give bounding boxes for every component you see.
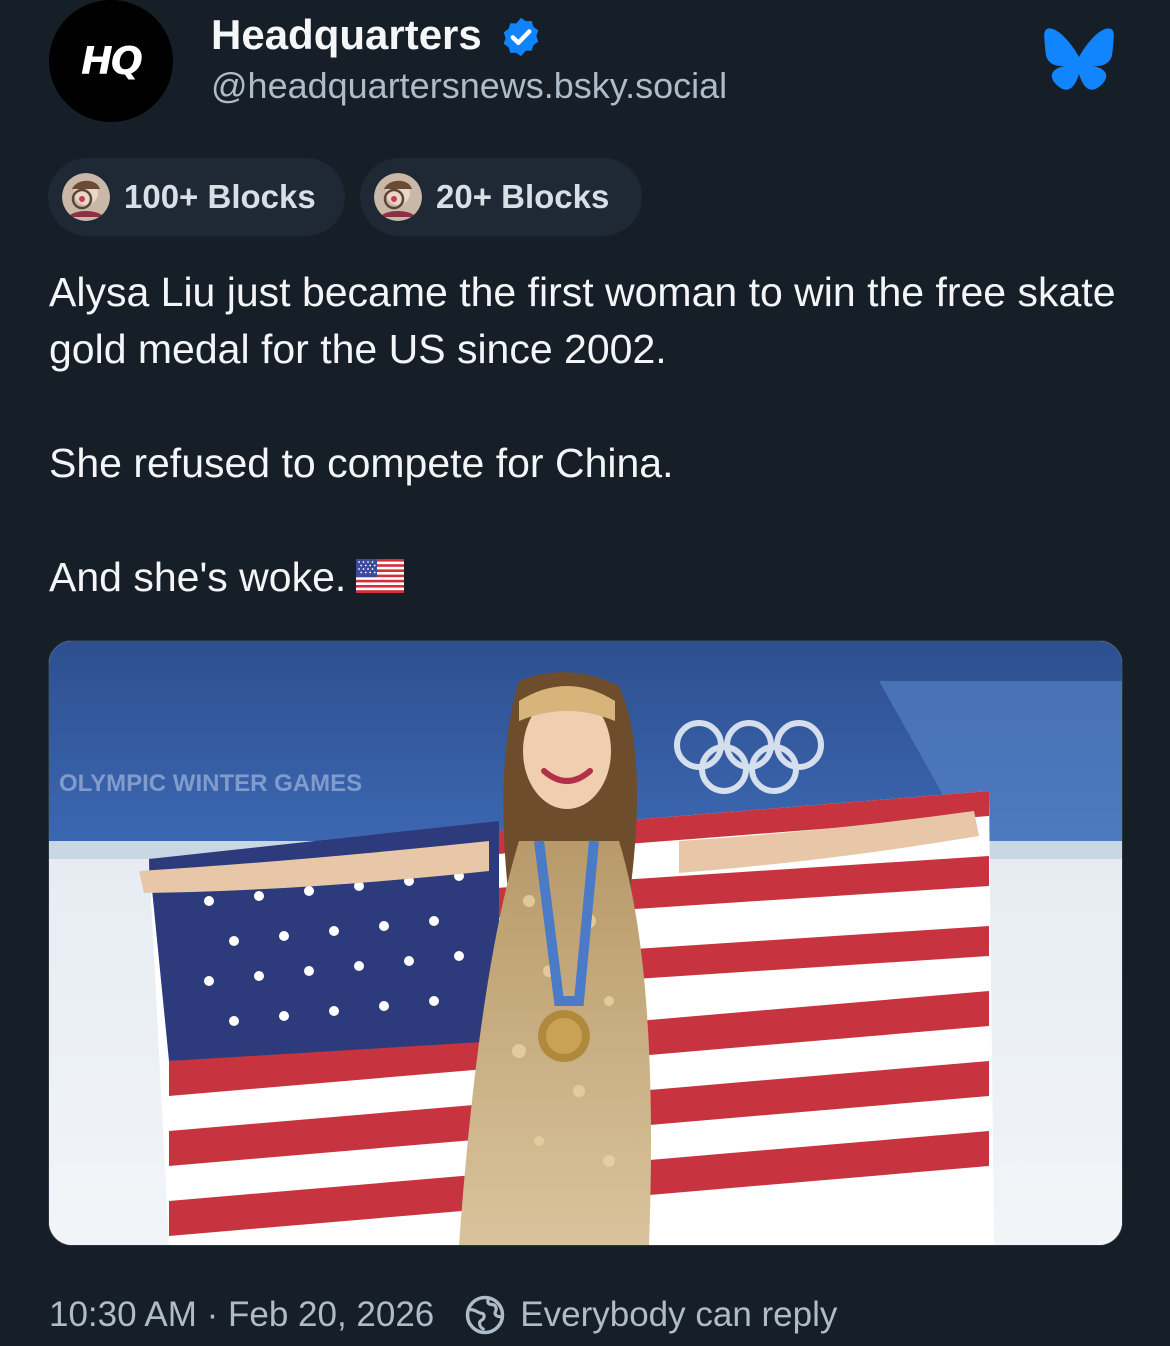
label-chip-text: 100+ Blocks — [124, 178, 316, 215]
label-chip-20-blocks[interactable]: 20+ Blocks — [360, 158, 642, 236]
post-image[interactable]: OLYMPIC WINTER GAMES — [48, 640, 1123, 1246]
skater-photo: OLYMPIC WINTER GAMES — [49, 641, 1122, 1245]
reply-globe-icon — [466, 1295, 505, 1335]
bluesky-butterfly-icon[interactable] — [1043, 27, 1115, 91]
verified-icon — [503, 17, 539, 57]
us-flag-emoji — [356, 559, 405, 594]
avatar-text: HQ — [80, 39, 143, 83]
reply-setting: Everybody can reply — [520, 1295, 838, 1334]
post-paragraph-text: And she's woke. — [49, 554, 347, 600]
post-text: Alysa Liu just became the first woman to… — [49, 264, 1129, 663]
post-paragraph: Alysa Liu just became the first woman to… — [49, 269, 1116, 372]
banner-text: OLYMPIC WINTER GAMES — [59, 770, 362, 797]
label-chip-100-blocks[interactable]: 100+ Blocks — [48, 158, 345, 236]
author-handle[interactable]: @headquartersnews.bsky.social — [211, 64, 727, 108]
label-avatar-icon — [374, 173, 422, 221]
post-paragraph: She refused to compete for China. — [49, 440, 674, 486]
label-avatar-icon — [62, 173, 110, 221]
post-paragraph: And she's woke. — [49, 549, 1129, 606]
author-avatar[interactable]: HQ — [49, 0, 173, 122]
post-timestamp[interactable]: 10:30 AM · Feb 20, 2026 — [49, 1295, 434, 1335]
author-display-name[interactable]: Headquarters — [211, 10, 482, 60]
post-footer: 10:30 AM · Feb 20, 2026 Everybody can re… — [49, 1290, 837, 1340]
label-chip-text: 20+ Blocks — [436, 178, 610, 215]
